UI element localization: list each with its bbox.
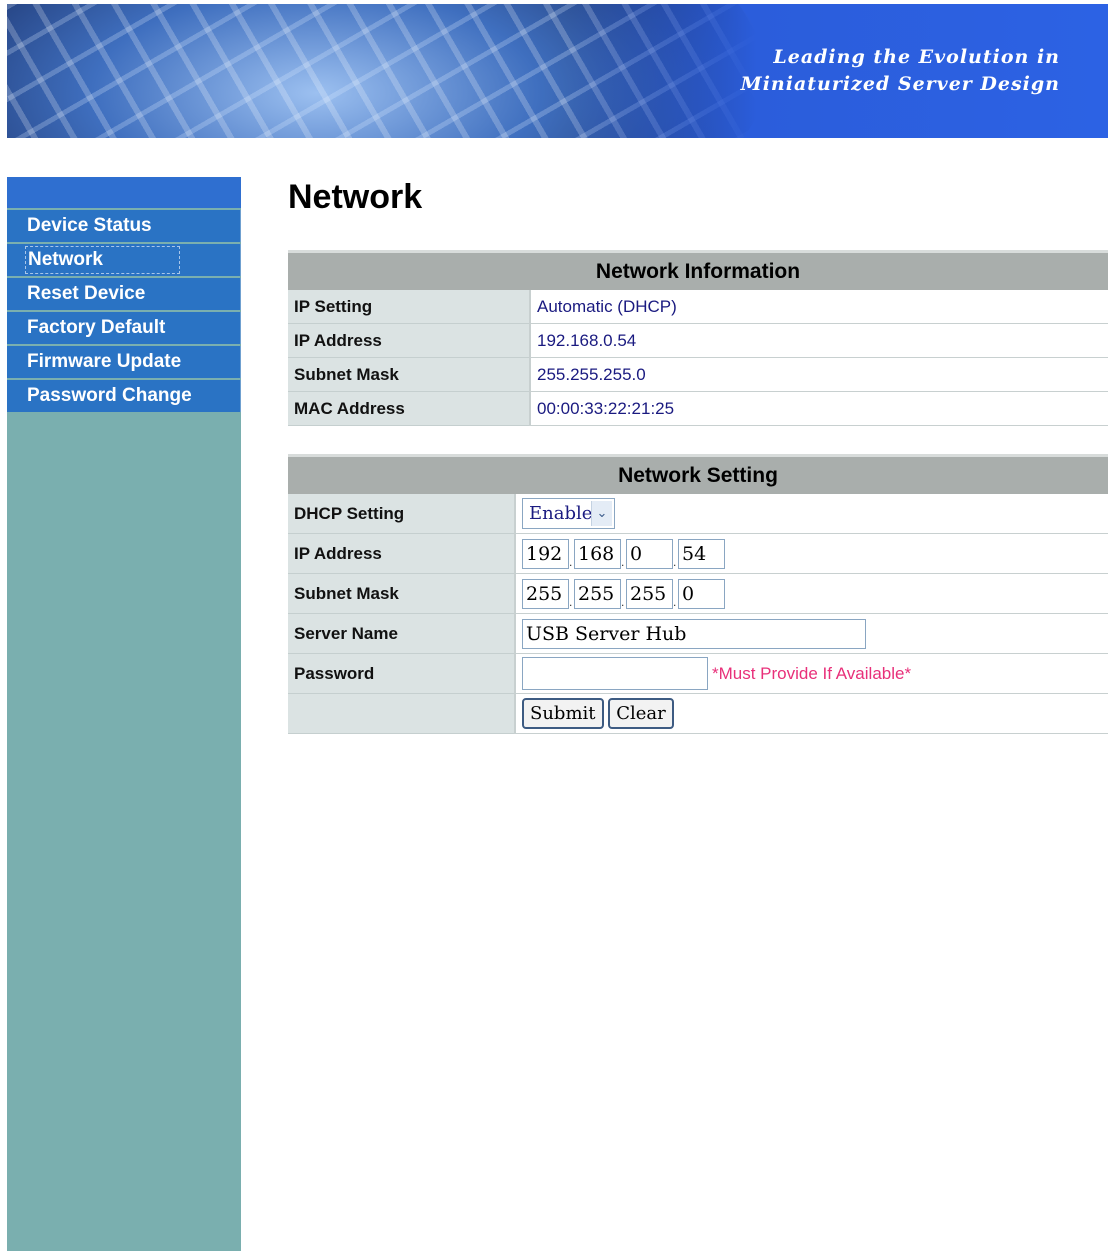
network-setting-form: Network Setting DHCP Setting Enable ⌄ IP…	[288, 454, 1108, 734]
dhcp-setting-cell: Enable ⌄	[514, 494, 1108, 534]
ip-setting-value: Automatic (DHCP)	[529, 290, 1108, 324]
dhcp-selected-value: Enable	[529, 503, 593, 524]
sidebar-header-bar	[7, 177, 241, 208]
sidebar-item-device-status[interactable]: Device Status	[7, 210, 241, 242]
network-information-header: Network Information	[288, 250, 1108, 290]
password-input[interactable]	[522, 657, 708, 690]
table-row: IP Setting Automatic (DHCP)	[288, 290, 1108, 324]
sidebar-item-network[interactable]: Network	[7, 244, 241, 276]
mask-octet-3[interactable]	[626, 578, 673, 609]
table-row: Submit Clear	[288, 693, 1108, 734]
sidebar-item-firmware-update[interactable]: Firmware Update	[7, 346, 241, 378]
button-row-label	[288, 693, 515, 734]
mask-octet-4[interactable]	[678, 578, 725, 609]
server-name-label: Server Name	[288, 613, 515, 654]
ip-octet-2[interactable]	[574, 538, 621, 569]
sidebar-item-password-change[interactable]: Password Change	[7, 380, 241, 412]
mac-address-label: MAC Address	[288, 391, 530, 426]
password-label: Password	[288, 653, 515, 694]
dhcp-setting-select[interactable]: Enable ⌄	[522, 498, 615, 529]
clear-button[interactable]: Clear	[608, 698, 674, 729]
server-name-input[interactable]	[522, 618, 866, 649]
ip-address-value: 192.168.0.54	[529, 323, 1108, 358]
table-row: Subnet Mask 255.255.255.0	[288, 357, 1108, 392]
table-row: Password *Must Provide If Available*	[288, 653, 1108, 694]
network-information-table: Network Information IP Setting Automatic…	[288, 250, 1108, 426]
submit-button[interactable]: Submit	[522, 698, 604, 729]
sidebar-item-label: Network	[25, 246, 180, 274]
form-buttons: Submit Clear	[514, 693, 1108, 734]
page-title: Network	[288, 178, 423, 216]
slogan-line-2: Miniaturized Server Design	[740, 73, 1060, 95]
ip-octet-3[interactable]	[626, 538, 673, 569]
table-row: DHCP Setting Enable ⌄	[288, 494, 1108, 534]
dhcp-setting-label: DHCP Setting	[288, 494, 515, 534]
password-requirement-note: *Must Provide If Available*	[712, 663, 912, 683]
table-row: IP Address 192.168.0.54	[288, 323, 1108, 358]
ip-address-inputs: ...	[514, 533, 1108, 574]
table-row: MAC Address 00:00:33:22:21:25	[288, 391, 1108, 426]
banner-slogan: Leading the Evolution in Miniaturized Se…	[740, 44, 1060, 98]
subnet-mask-field-label: Subnet Mask	[288, 573, 515, 614]
ip-address-label: IP Address	[288, 323, 530, 358]
ip-address-field-label: IP Address	[288, 533, 515, 574]
server-name-cell	[514, 613, 1108, 654]
header-banner: Leading the Evolution in Miniaturized Se…	[7, 4, 1108, 138]
mask-octet-2[interactable]	[574, 578, 621, 609]
sidebar-item-reset-device[interactable]: Reset Device	[7, 278, 241, 310]
network-setting-header: Network Setting	[288, 454, 1108, 494]
table-row: Server Name	[288, 613, 1108, 654]
ip-octet-1[interactable]	[522, 538, 569, 569]
ip-setting-label: IP Setting	[288, 290, 530, 324]
sidebar-item-factory-default[interactable]: Factory Default	[7, 312, 241, 344]
slogan-line-1: Leading the Evolution in	[773, 46, 1060, 68]
sidebar: Device Status Network Reset Device Facto…	[7, 177, 241, 1251]
subnet-mask-value: 255.255.255.0	[529, 357, 1108, 392]
subnet-mask-inputs: ...	[514, 573, 1108, 614]
mask-octet-1[interactable]	[522, 578, 569, 609]
subnet-mask-label: Subnet Mask	[288, 357, 530, 392]
table-row: Subnet Mask ...	[288, 573, 1108, 614]
chevron-down-icon[interactable]: ⌄	[591, 501, 612, 526]
password-cell: *Must Provide If Available*	[514, 653, 1108, 694]
ip-octet-4[interactable]	[678, 538, 725, 569]
table-row: IP Address ...	[288, 533, 1108, 574]
mac-address-value: 00:00:33:22:21:25	[529, 391, 1108, 426]
